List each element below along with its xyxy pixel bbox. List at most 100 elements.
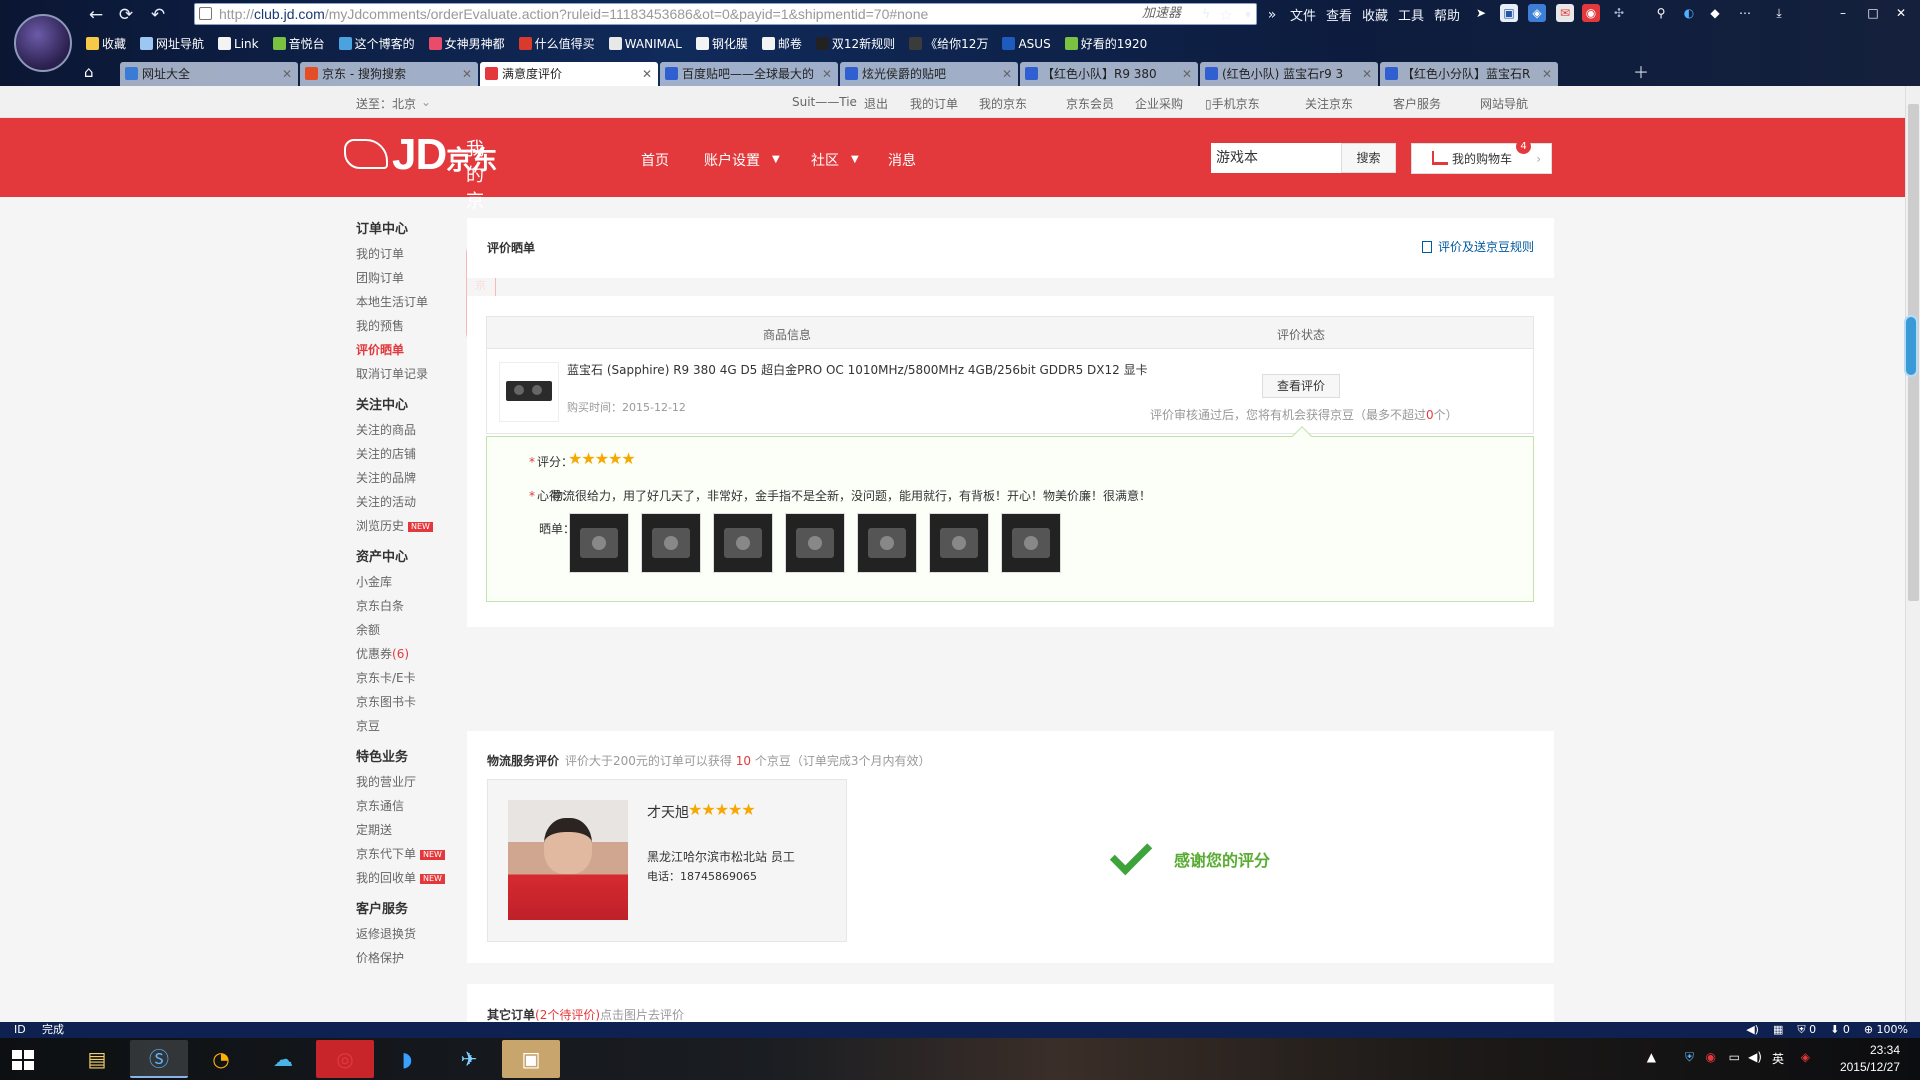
nav-messages[interactable]: 消息 bbox=[888, 150, 916, 170]
sidebar-item[interactable]: 我的订单 bbox=[356, 242, 456, 266]
adblock-icon[interactable]: ◆ bbox=[1706, 4, 1724, 22]
bookmark-item[interactable]: 这个博客的 bbox=[338, 34, 415, 54]
cart-button[interactable]: 我的购物车 4 › bbox=[1411, 139, 1552, 174]
topbar-jd-member[interactable]: 京东会员 bbox=[1066, 95, 1114, 112]
tab-close-icon[interactable]: ✕ bbox=[822, 62, 832, 86]
sidebar-item[interactable]: 价格保护 bbox=[356, 946, 456, 970]
game-launcher-icon[interactable]: ◔ bbox=[192, 1040, 250, 1078]
logout-link[interactable]: 退出 bbox=[864, 95, 888, 112]
sidebar-item[interactable]: 余额 bbox=[356, 618, 456, 642]
ime-indicator[interactable]: 英 bbox=[1772, 1050, 1784, 1067]
browser-tab[interactable]: 百度贴吧——全球最大的 ✕ bbox=[660, 62, 838, 86]
review-photo-thumbnail[interactable] bbox=[929, 513, 989, 573]
username-link[interactable]: Suit——Tie bbox=[792, 95, 857, 109]
shield-icon[interactable]: ◈ bbox=[1528, 4, 1546, 22]
browser-tab[interactable]: 网址大全 ✕ bbox=[120, 62, 298, 86]
tab-close-icon[interactable]: ✕ bbox=[282, 62, 292, 86]
tray-shield-icon[interactable]: ⛨ bbox=[1685, 1050, 1694, 1065]
system-clock[interactable]: 23:34 2015/12/27 bbox=[1840, 1042, 1900, 1076]
bookmark-item[interactable]: Link bbox=[218, 34, 259, 54]
tab-close-icon[interactable]: ✕ bbox=[462, 62, 472, 86]
undo-icon[interactable]: ↶ bbox=[146, 4, 170, 26]
tab-close-icon[interactable]: ✕ bbox=[1542, 62, 1552, 86]
review-photo-thumbnail[interactable] bbox=[1001, 513, 1061, 573]
windows-start-icon[interactable] bbox=[12, 1050, 34, 1070]
back-arrow-icon[interactable]: ← bbox=[84, 4, 108, 26]
maximize-icon[interactable]: □ bbox=[1864, 4, 1882, 22]
minimize-icon[interactable]: – bbox=[1834, 4, 1852, 22]
sidebar-item[interactable]: 评价晒单 bbox=[356, 338, 456, 362]
tray-app-icon[interactable]: ◈ bbox=[1801, 1050, 1810, 1064]
menu-tools[interactable]: 工具 bbox=[1398, 5, 1424, 24]
nav-community[interactable]: 社区 bbox=[811, 150, 839, 170]
menu-view[interactable]: 查看 bbox=[1326, 5, 1352, 24]
plane-app-icon[interactable]: ✈ bbox=[440, 1040, 498, 1078]
tab-close-icon[interactable]: ✕ bbox=[1182, 62, 1192, 86]
sidebar-item[interactable]: 京豆 bbox=[356, 714, 456, 738]
accelerator-label[interactable]: 加速器 bbox=[1142, 3, 1181, 25]
page-info-icon[interactable] bbox=[199, 7, 212, 20]
shield-counter-icon[interactable]: ⛨ bbox=[1797, 1023, 1805, 1036]
search-icon[interactable]: ⚲ bbox=[1652, 4, 1670, 22]
sidebar-item[interactable]: 我的回收单 NEW bbox=[356, 866, 456, 890]
topbar-mobile-jd[interactable]: ▯手机京东 bbox=[1205, 95, 1260, 112]
volume-icon[interactable]: ◀) bbox=[1748, 1050, 1762, 1064]
topbar-my-jd[interactable]: 我的京东 bbox=[979, 95, 1027, 112]
tray-expand-icon[interactable]: ▲ bbox=[1647, 1050, 1656, 1064]
browser-user-avatar[interactable] bbox=[14, 14, 72, 72]
bookmark-item[interactable]: 邮卷 bbox=[761, 34, 802, 54]
bookmark-item[interactable]: 双12新规则 bbox=[815, 34, 895, 54]
sidebar-item[interactable]: 浏览历史 NEW bbox=[356, 514, 456, 538]
cloud-app-icon[interactable]: ☁ bbox=[254, 1040, 312, 1078]
mail-icon[interactable]: ✉ bbox=[1556, 4, 1574, 22]
topbar-follow-jd[interactable]: 关注京东 bbox=[1305, 95, 1353, 112]
bookmark-item[interactable]: ASUS bbox=[1002, 34, 1051, 54]
file-explorer-icon[interactable]: ▤ bbox=[68, 1040, 126, 1078]
topbar-customer-service[interactable]: 客户服务 bbox=[1393, 95, 1441, 112]
browser-tab[interactable]: 【红色小分队】蓝宝石R ✕ bbox=[1380, 62, 1558, 86]
menu-file[interactable]: 文件 bbox=[1290, 5, 1316, 24]
topbar-site-nav[interactable]: 网站导航 bbox=[1480, 95, 1528, 112]
review-photo-thumbnail[interactable] bbox=[785, 513, 845, 573]
sidebar-item[interactable]: 京东图书卡 bbox=[356, 690, 456, 714]
address-dropdown-icon[interactable]: ▾ bbox=[1236, 4, 1260, 26]
menu-favorites[interactable]: 收藏 bbox=[1362, 5, 1388, 24]
chat-app-icon[interactable]: ◗ bbox=[378, 1040, 436, 1078]
address-bar[interactable]: http://club.jd.com/myJdcomments/orderEva… bbox=[194, 3, 1257, 25]
browser-tab[interactable]: (红色小队) 蓝宝石r9 3 ✕ bbox=[1200, 62, 1378, 86]
weibo-icon[interactable]: ◉ bbox=[1582, 4, 1600, 22]
sidebar-item[interactable]: 京东通信 bbox=[356, 794, 456, 818]
jd-logo[interactable]: JD京东 我的京东 返回京东首页 bbox=[344, 133, 497, 343]
topbar-my-orders[interactable]: 我的订单 bbox=[910, 95, 958, 112]
new-tab-button[interactable]: ＋ bbox=[1628, 63, 1654, 83]
sidebar-item[interactable]: 关注的活动 bbox=[356, 490, 456, 514]
browser-tab[interactable]: 京东 - 搜狗搜索 ✕ bbox=[300, 62, 478, 86]
sidebar-item[interactable]: 返修退换货 bbox=[356, 922, 456, 946]
send-icon[interactable]: ➤ bbox=[1472, 4, 1490, 22]
sidebar-item[interactable]: 关注的品牌 bbox=[356, 466, 456, 490]
zoom-level[interactable]: 100% bbox=[1877, 1023, 1908, 1036]
sidebar-item[interactable]: 我的营业厅 bbox=[356, 770, 456, 794]
bookmark-item[interactable]: 女神男神都 bbox=[428, 34, 505, 54]
browser-tab[interactable]: 炫光侯爵的贴吧 ✕ bbox=[840, 62, 1018, 86]
bookmark-item[interactable]: WANIMAL bbox=[608, 34, 682, 54]
extension-icon[interactable]: ✣ bbox=[1610, 4, 1628, 22]
search-input[interactable]: 游戏本 bbox=[1211, 143, 1341, 173]
nav-home[interactable]: 首页 bbox=[641, 150, 669, 170]
browser-tab[interactable]: 【红色小队】R9 380 ✕ bbox=[1020, 62, 1198, 86]
menu-help[interactable]: 帮助 bbox=[1434, 5, 1460, 24]
sidebar-item[interactable]: 优惠券(6) bbox=[356, 642, 456, 666]
bookmark-item[interactable]: 好看的1920 bbox=[1064, 34, 1147, 54]
sogou-browser-icon[interactable]: Ⓢ bbox=[130, 1040, 188, 1078]
home-icon[interactable]: ⌂ bbox=[84, 63, 94, 81]
rules-link[interactable]: 评价及送京豆规则 bbox=[1421, 238, 1534, 255]
calculator-icon[interactable]: ▦ bbox=[1773, 1023, 1783, 1036]
photo-viewer-icon[interactable]: ▣ bbox=[502, 1040, 560, 1078]
bookmark-item[interactable]: 网址导航 bbox=[140, 34, 204, 54]
sidebar-item[interactable]: 我的预售 bbox=[356, 314, 456, 338]
sidebar-item[interactable]: 团购订单 bbox=[356, 266, 456, 290]
sidebar-item[interactable]: 关注的店铺 bbox=[356, 442, 456, 466]
tray-weibo-icon[interactable]: ◉ bbox=[1706, 1050, 1716, 1064]
sidebar-item[interactable]: 京东白条 bbox=[356, 594, 456, 618]
download-counter-icon[interactable]: ⬇ bbox=[1830, 1023, 1839, 1036]
